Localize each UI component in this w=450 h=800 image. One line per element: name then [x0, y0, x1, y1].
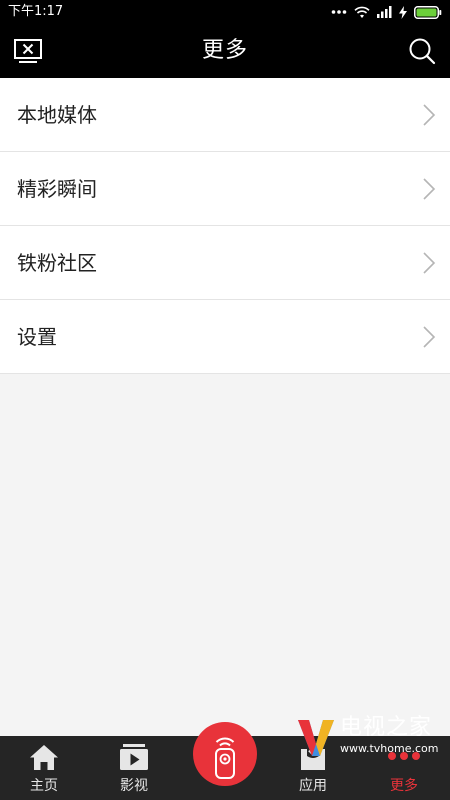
menu-item-label: 本地媒体: [17, 103, 97, 127]
nav-label-video: 影视: [120, 778, 148, 794]
nav-item-more[interactable]: 更多: [364, 736, 444, 800]
page-title: 更多: [201, 38, 248, 63]
charging-icon: [399, 5, 407, 19]
menu-item-label: 铁粉社区: [17, 251, 97, 275]
chevron-right-icon: [423, 252, 436, 274]
remote-icon: [215, 737, 235, 779]
home-icon: [30, 745, 58, 770]
status-icons: [331, 5, 442, 19]
search-icon: [409, 38, 436, 65]
menu-item-local-media[interactable]: 本地媒体: [0, 78, 450, 152]
nav-item-apps[interactable]: 应用: [273, 736, 353, 800]
menu-item-label: 设置: [17, 325, 57, 349]
nav-label-apps: 应用: [299, 778, 327, 794]
menu-item-fan-community[interactable]: 铁粉社区: [0, 226, 450, 300]
menu-list: 本地媒体 精彩瞬间 铁粉社区 设置: [0, 78, 450, 374]
status-time: 下午1:17: [8, 4, 64, 19]
wifi-icon: [354, 6, 370, 18]
nav-label-more: 更多: [390, 778, 418, 794]
menu-item-label: 精彩瞬间: [17, 177, 97, 201]
search-button[interactable]: [404, 34, 440, 68]
menu-item-highlights[interactable]: 精彩瞬间: [0, 152, 450, 226]
nav-label-home: 主页: [30, 778, 58, 794]
title-bar: 更多: [0, 24, 450, 78]
apps-icon: [301, 744, 325, 770]
signal-icon: [377, 6, 392, 18]
chevron-right-icon: [423, 326, 436, 348]
chevron-right-icon: [423, 104, 436, 126]
battery-icon: [414, 5, 442, 19]
status-bar: 下午1:17: [0, 0, 450, 24]
more-dots-icon: [331, 10, 347, 14]
chevron-right-icon: [423, 178, 436, 200]
menu-item-settings[interactable]: 设置: [0, 300, 450, 374]
nav-item-video[interactable]: 影视: [94, 736, 174, 800]
remote-button[interactable]: [193, 722, 257, 786]
video-icon: [120, 744, 148, 770]
nav-item-home[interactable]: 主页: [4, 736, 84, 800]
more-dots-icon: [388, 752, 420, 760]
